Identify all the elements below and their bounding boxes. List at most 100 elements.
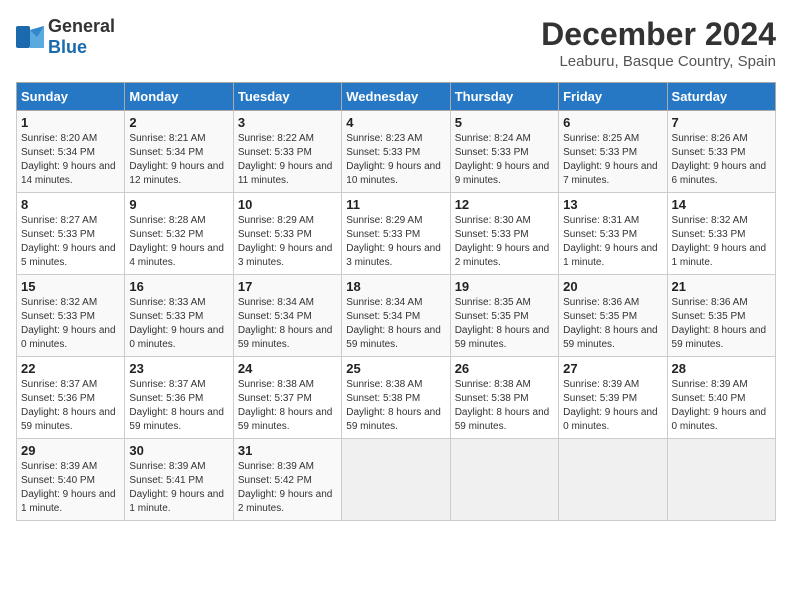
calendar-cell: 7 Sunrise: 8:26 AMSunset: 5:33 PMDaylight… [667, 111, 775, 193]
cell-content: Sunrise: 8:22 AMSunset: 5:33 PMDaylight:… [238, 132, 337, 188]
day-number: 30 [129, 443, 228, 458]
calendar-cell: 21Sunrise: 8:36 AMSunset: 5:35 PMDayligh… [667, 275, 775, 357]
week-row-4: 22 Sunrise: 8:37 AMSunset: 5:36 PMDayligh… [17, 357, 776, 439]
day-number: 13 [563, 197, 662, 212]
cell-content: Sunrise: 8:29 AMSunset: 5:33 PMDaylight:… [238, 214, 337, 270]
day-number: 21 [672, 279, 771, 294]
logo-text: General Blue [48, 16, 115, 58]
day-number: 3 [238, 115, 337, 130]
calendar-cell: 2 Sunrise: 8:21 AMSunset: 5:34 PMDaylight… [125, 111, 233, 193]
calendar-cell [667, 439, 775, 521]
calendar-cell: 29 Sunrise: 8:39 AMSunset: 5:40 PMDayligh… [17, 439, 125, 521]
calendar-cell: 10 Sunrise: 8:29 AMSunset: 5:33 PMDayligh… [233, 193, 341, 275]
day-number: 8 [21, 197, 120, 212]
calendar-cell: 6 Sunrise: 8:25 AMSunset: 5:33 PMDaylight… [559, 111, 667, 193]
cell-content: Sunrise: 8:27 AMSunset: 5:33 PMDaylight:… [21, 214, 120, 270]
week-row-1: 1Sunrise: 8:20 AMSunset: 5:34 PMDaylight… [17, 111, 776, 193]
logo-blue: Blue [48, 37, 87, 57]
cell-content: Sunrise: 8:28 AMSunset: 5:32 PMDaylight:… [129, 214, 228, 270]
cell-content: Sunrise: 8:39 AMSunset: 5:41 PMDaylight:… [129, 460, 228, 516]
day-number: 24 [238, 361, 337, 376]
day-number: 15 [21, 279, 120, 294]
day-number: 27 [563, 361, 662, 376]
day-number: 7 [672, 115, 771, 130]
calendar-cell: 11 Sunrise: 8:29 AMSunset: 5:33 PMDayligh… [342, 193, 450, 275]
calendar-cell: 26 Sunrise: 8:38 AMSunset: 5:38 PMDayligh… [450, 357, 558, 439]
day-number: 6 [563, 115, 662, 130]
calendar-cell: 22 Sunrise: 8:37 AMSunset: 5:36 PMDayligh… [17, 357, 125, 439]
day-number: 20 [563, 279, 662, 294]
cell-content: Sunrise: 8:24 AMSunset: 5:33 PMDaylight:… [455, 132, 554, 188]
day-number: 5 [455, 115, 554, 130]
cell-content: Sunrise: 8:29 AMSunset: 5:33 PMDaylight:… [346, 214, 445, 270]
day-number: 17 [238, 279, 337, 294]
calendar-cell: 4Sunrise: 8:23 AMSunset: 5:33 PMDaylight… [342, 111, 450, 193]
cell-content: Sunrise: 8:34 AMSunset: 5:34 PMDaylight:… [346, 296, 445, 352]
cell-content: Sunrise: 8:25 AMSunset: 5:33 PMDaylight:… [563, 132, 662, 188]
week-row-5: 29 Sunrise: 8:39 AMSunset: 5:40 PMDayligh… [17, 439, 776, 521]
day-number: 16 [129, 279, 228, 294]
day-number: 29 [21, 443, 120, 458]
title-area: December 2024 Leaburu, Basque Country, S… [541, 16, 776, 70]
col-header-thursday: Thursday [450, 83, 558, 111]
calendar-cell: 13 Sunrise: 8:31 AMSunset: 5:33 PMDayligh… [559, 193, 667, 275]
cell-content: Sunrise: 8:38 AMSunset: 5:37 PMDaylight:… [238, 378, 337, 434]
day-number: 2 [129, 115, 228, 130]
cell-content: Sunrise: 8:32 AMSunset: 5:33 PMDaylight:… [672, 214, 771, 270]
calendar-cell: 27 Sunrise: 8:39 AMSunset: 5:39 PMDayligh… [559, 357, 667, 439]
cell-content: Sunrise: 8:38 AMSunset: 5:38 PMDaylight:… [346, 378, 445, 434]
calendar-cell: 20 Sunrise: 8:36 AMSunset: 5:35 PMDayligh… [559, 275, 667, 357]
day-number: 26 [455, 361, 554, 376]
calendar-cell [450, 439, 558, 521]
week-row-3: 15 Sunrise: 8:32 AMSunset: 5:33 PMDayligh… [17, 275, 776, 357]
calendar-cell: 8 Sunrise: 8:27 AMSunset: 5:33 PMDaylight… [17, 193, 125, 275]
calendar-cell: 1Sunrise: 8:20 AMSunset: 5:34 PMDaylight… [17, 111, 125, 193]
day-number: 22 [21, 361, 120, 376]
cell-content: Sunrise: 8:39 AMSunset: 5:40 PMDaylight:… [672, 378, 771, 434]
calendar-cell: 18 Sunrise: 8:34 AMSunset: 5:34 PMDayligh… [342, 275, 450, 357]
cell-content: Sunrise: 8:39 AMSunset: 5:42 PMDaylight:… [238, 460, 337, 516]
calendar-cell: 25Sunrise: 8:38 AMSunset: 5:38 PMDayligh… [342, 357, 450, 439]
col-header-wednesday: Wednesday [342, 83, 450, 111]
cell-content: Sunrise: 8:30 AMSunset: 5:33 PMDaylight:… [455, 214, 554, 270]
col-header-sunday: Sunday [17, 83, 125, 111]
day-number: 28 [672, 361, 771, 376]
col-header-friday: Friday [559, 83, 667, 111]
cell-content: Sunrise: 8:32 AMSunset: 5:33 PMDaylight:… [21, 296, 120, 352]
cell-content: Sunrise: 8:37 AMSunset: 5:36 PMDaylight:… [129, 378, 228, 434]
calendar-cell [342, 439, 450, 521]
day-number: 23 [129, 361, 228, 376]
day-number: 4 [346, 115, 445, 130]
location-title: Leaburu, Basque Country, Spain [541, 53, 776, 70]
cell-content: Sunrise: 8:38 AMSunset: 5:38 PMDaylight:… [455, 378, 554, 434]
cell-content: Sunrise: 8:36 AMSunset: 5:35 PMDaylight:… [563, 296, 662, 352]
calendar-table: SundayMondayTuesdayWednesdayThursdayFrid… [16, 82, 776, 521]
day-number: 14 [672, 197, 771, 212]
logo: General Blue [16, 16, 115, 58]
week-row-2: 8 Sunrise: 8:27 AMSunset: 5:33 PMDaylight… [17, 193, 776, 275]
calendar-cell: 28 Sunrise: 8:39 AMSunset: 5:40 PMDayligh… [667, 357, 775, 439]
calendar-cell: 23 Sunrise: 8:37 AMSunset: 5:36 PMDayligh… [125, 357, 233, 439]
cell-content: Sunrise: 8:21 AMSunset: 5:34 PMDaylight:… [129, 132, 228, 188]
cell-content: Sunrise: 8:37 AMSunset: 5:36 PMDaylight:… [21, 378, 120, 434]
day-number: 11 [346, 197, 445, 212]
day-number: 1 [21, 115, 120, 130]
calendar-cell: 19Sunrise: 8:35 AMSunset: 5:35 PMDayligh… [450, 275, 558, 357]
cell-content: Sunrise: 8:35 AMSunset: 5:35 PMDaylight:… [455, 296, 554, 352]
day-number: 10 [238, 197, 337, 212]
col-header-saturday: Saturday [667, 83, 775, 111]
calendar-cell: 17Sunrise: 8:34 AMSunset: 5:34 PMDayligh… [233, 275, 341, 357]
month-title: December 2024 [541, 16, 776, 53]
calendar-cell: 5 Sunrise: 8:24 AMSunset: 5:33 PMDaylight… [450, 111, 558, 193]
logo-icon [16, 26, 44, 48]
cell-content: Sunrise: 8:31 AMSunset: 5:33 PMDaylight:… [563, 214, 662, 270]
day-number: 9 [129, 197, 228, 212]
cell-content: Sunrise: 8:26 AMSunset: 5:33 PMDaylight:… [672, 132, 771, 188]
day-number: 18 [346, 279, 445, 294]
cell-content: Sunrise: 8:39 AMSunset: 5:40 PMDaylight:… [21, 460, 120, 516]
calendar-cell: 3 Sunrise: 8:22 AMSunset: 5:33 PMDaylight… [233, 111, 341, 193]
calendar-cell: 9 Sunrise: 8:28 AMSunset: 5:32 PMDaylight… [125, 193, 233, 275]
cell-content: Sunrise: 8:39 AMSunset: 5:39 PMDaylight:… [563, 378, 662, 434]
col-header-monday: Monday [125, 83, 233, 111]
calendar-cell: 24 Sunrise: 8:38 AMSunset: 5:37 PMDayligh… [233, 357, 341, 439]
